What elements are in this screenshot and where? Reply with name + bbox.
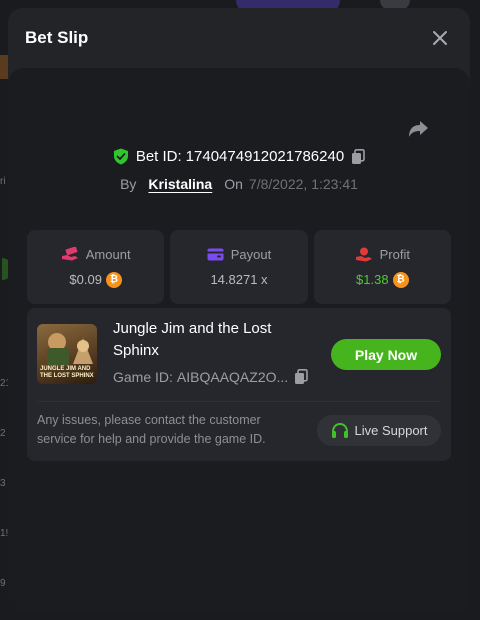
stat-payout-header: Payout (207, 247, 271, 262)
background-row-number: ri (0, 176, 6, 187)
verified-shield-icon (113, 148, 128, 165)
stat-amount-value: $0.09 (69, 272, 102, 287)
close-icon (433, 31, 447, 45)
stat-payout-value: 14.8271 x (210, 272, 268, 287)
wallet-icon (207, 248, 224, 261)
game-thumbnail[interactable]: JUNGLE JIM AND THE LOST SPHINX (37, 324, 97, 384)
game-title: Jungle Jim and the Lost Sphinx (113, 320, 272, 359)
bet-id-value: 1740474912021786240 (185, 148, 345, 165)
game-id-label: Game ID: (113, 369, 173, 385)
copy-bet-id-button[interactable] (351, 148, 365, 165)
game-id-row: Game ID: AIBQAAQAZ2O... (113, 369, 308, 385)
copy-icon (295, 369, 308, 384)
game-card: JUNGLE JIM AND THE LOST SPHINX Jungle Ji… (27, 308, 451, 461)
stat-amount: Amount $0.09 ₿ (27, 230, 165, 304)
stat-profit-header: Profit (355, 247, 410, 262)
modal-body: Bet ID: 1740474912021786240 By Kristalin… (8, 68, 470, 612)
live-support-button[interactable]: Live Support (317, 415, 441, 446)
on-label: On (224, 176, 243, 192)
bet-datetime: 7/8/2022, 1:23:41 (248, 176, 358, 192)
bet-stats: Amount $0.09 ₿ Payout 14.8271 x Profit $… (27, 230, 451, 304)
background-row-number: 3 (0, 478, 6, 489)
divider (37, 401, 441, 402)
bet-id-label: Bet ID: (135, 148, 182, 165)
modal-title: Bet Slip (25, 28, 89, 47)
modal-header: Bet Slip (8, 8, 470, 68)
bettor-username-link[interactable]: Kristalina (148, 176, 212, 192)
bet-slip-modal: Bet Slip Bet ID: 1740474912021786240 By … (8, 8, 470, 612)
cash-hand-icon (61, 247, 78, 261)
bitcoin-icon: ₿ (105, 271, 122, 288)
stat-amount-header: Amount (61, 247, 131, 262)
live-support-label: Live Support (354, 423, 428, 438)
bet-meta-row: By Kristalina On 7/8/2022, 1:23:41 (8, 176, 470, 192)
play-now-button[interactable]: Play Now (331, 339, 441, 370)
bitcoin-icon: ₿ (392, 271, 409, 288)
share-icon (409, 121, 428, 137)
background-row-number: 2 (0, 428, 6, 439)
bet-id-row: Bet ID: 1740474912021786240 (8, 148, 470, 165)
close-button[interactable] (430, 28, 450, 48)
background-row-number: 9 (0, 578, 6, 589)
game-thumbnail-title: JUNGLE JIM AND THE LOST SPHINX (40, 366, 94, 379)
headset-icon (331, 422, 348, 438)
by-label: By (120, 176, 137, 192)
stat-profit-value-row: $1.38 ₿ (356, 271, 409, 288)
game-id-value: AIBQAAQAZ2O... (176, 369, 289, 385)
stat-amount-value-row: $0.09 ₿ (69, 271, 122, 288)
stat-payout-label: Payout (230, 247, 272, 262)
share-button[interactable] (406, 116, 430, 140)
stat-payout-value-row: 14.8271 x (210, 272, 267, 287)
stat-profit-value: $1.38 (356, 272, 389, 287)
stat-amount-label: Amount (85, 246, 131, 262)
coin-hand-icon (355, 247, 372, 261)
stat-payout: Payout 14.8271 x (170, 230, 308, 304)
copy-icon (352, 148, 365, 164)
copy-game-id-button[interactable] (294, 369, 308, 385)
stat-profit-label: Profit (379, 246, 410, 262)
support-info-text: Any issues, please contact the customer … (37, 413, 266, 446)
stat-profit: Profit $1.38 ₿ (313, 230, 451, 304)
